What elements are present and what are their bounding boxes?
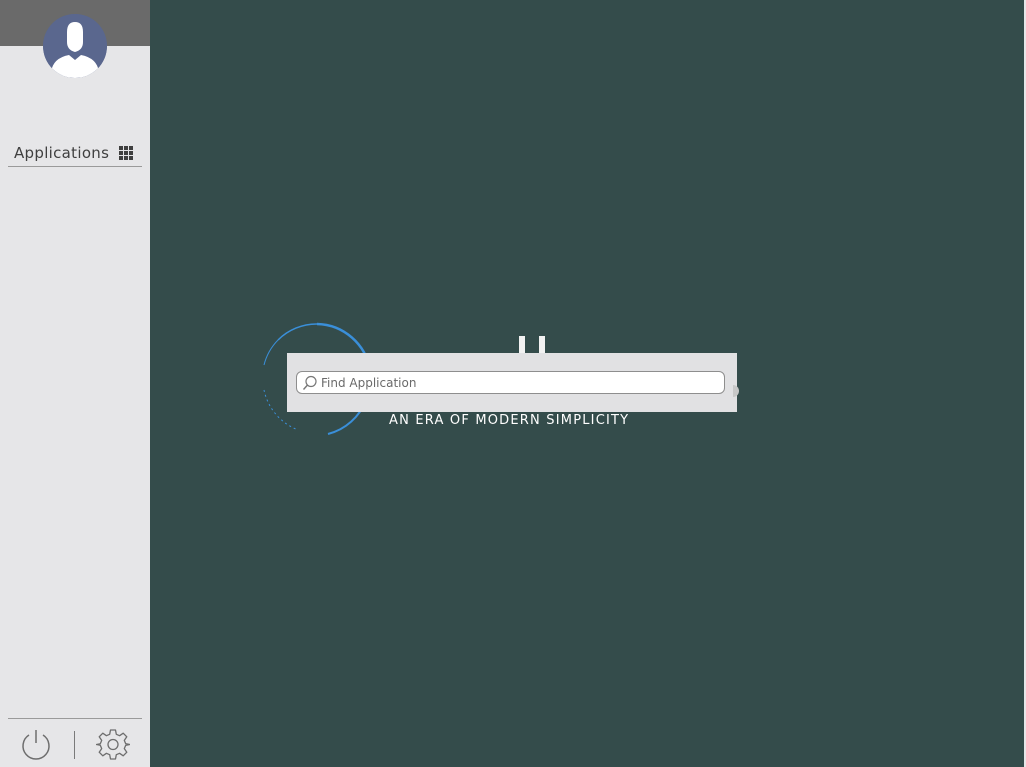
app-grid-icon bbox=[119, 146, 134, 160]
power-icon[interactable] bbox=[20, 728, 52, 760]
search-field[interactable] bbox=[296, 371, 725, 394]
search-icon bbox=[302, 375, 317, 390]
gear-icon[interactable] bbox=[96, 727, 130, 761]
applications-menu-button[interactable]: Applications bbox=[8, 140, 142, 167]
sidebar: Applications bbox=[0, 0, 150, 767]
footer-divider bbox=[74, 731, 75, 759]
search-input[interactable] bbox=[321, 373, 716, 392]
sidebar-footer bbox=[8, 718, 142, 767]
user-avatar-icon[interactable] bbox=[43, 14, 107, 78]
app-search-popup bbox=[287, 353, 737, 412]
avatar-silhouette bbox=[43, 14, 107, 78]
desktop-tagline: AN ERA OF MODERN SIMPLICITY bbox=[389, 413, 630, 428]
applications-label: Applications bbox=[14, 144, 110, 162]
